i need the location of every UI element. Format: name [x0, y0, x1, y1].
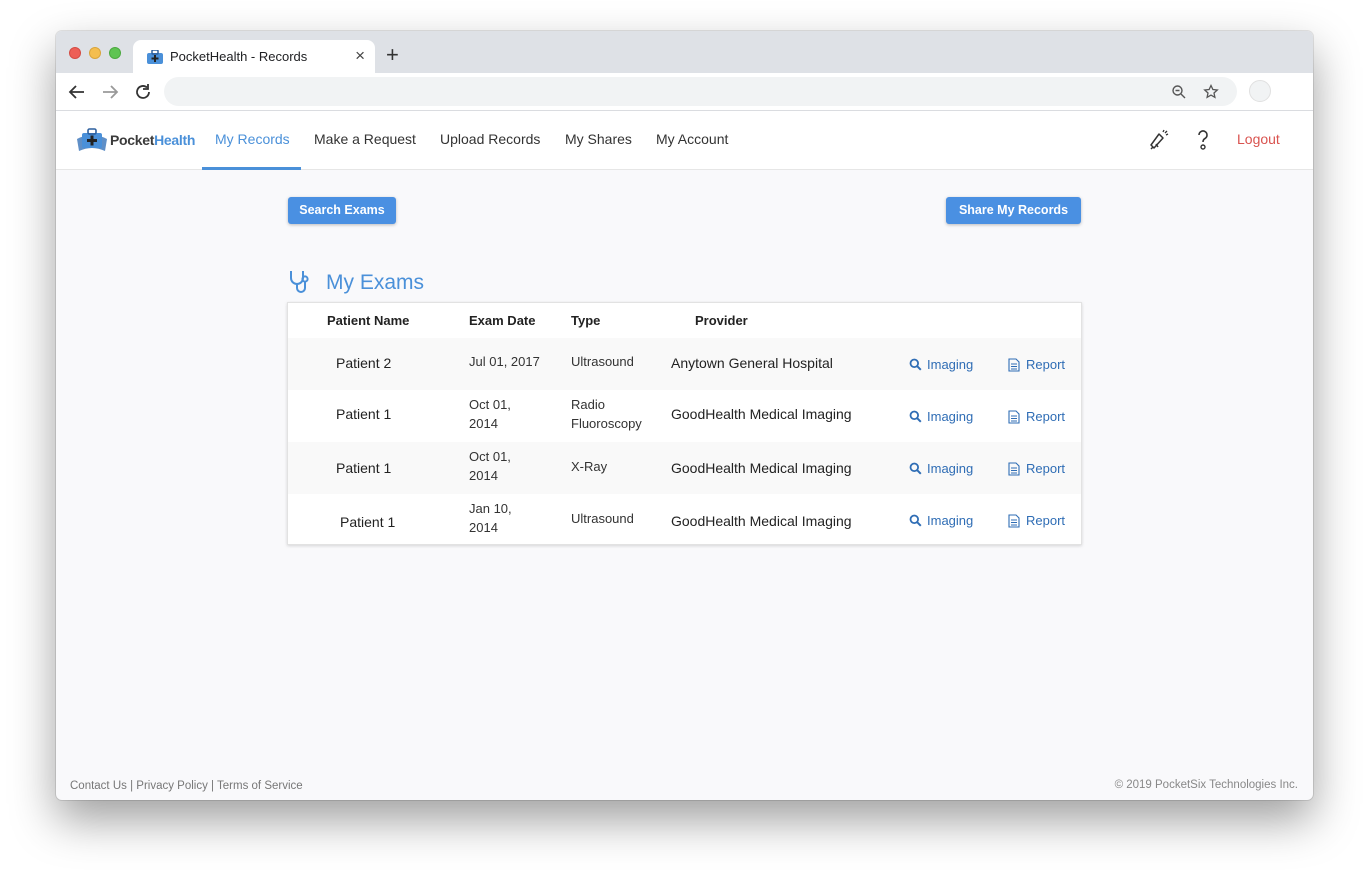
search-exams-button[interactable]: Search Exams [288, 197, 396, 224]
logout-link[interactable]: Logout [1237, 131, 1280, 147]
report-link[interactable]: Report [1008, 409, 1068, 425]
new-tab-button[interactable]: + [386, 43, 399, 67]
provider-name: GoodHealth Medical Imaging [671, 406, 852, 422]
nav-upload-records[interactable]: Upload Records [440, 131, 540, 147]
zoom-out-icon[interactable] [1171, 84, 1187, 100]
tab-strip: PocketHealth - Records × + [56, 31, 1313, 73]
search-icon [909, 358, 922, 371]
patient-name: Patient 1 [340, 514, 396, 530]
logo-text-health: Health [154, 132, 196, 148]
document-icon [1008, 462, 1020, 476]
profile-avatar[interactable] [1249, 80, 1271, 102]
reload-icon[interactable] [132, 81, 154, 103]
copyright-text: © 2019 PocketSix Technologies Inc. [1114, 779, 1298, 791]
table-row[interactable]: Patient 1 Jan 10, 2014 Ultrasound GoodHe… [288, 494, 1081, 546]
exam-type: Radio Fluoroscopy [571, 397, 642, 431]
exam-type: X-Ray [571, 459, 608, 474]
document-icon [1008, 514, 1020, 528]
search-icon [909, 514, 922, 527]
logo-text-pocket: Pocket [110, 132, 155, 148]
report-link[interactable]: Report [1008, 461, 1068, 477]
imaging-label: Imaging [927, 513, 974, 528]
question-icon[interactable] [1191, 128, 1215, 152]
report-link[interactable]: Report [1008, 513, 1068, 529]
patient-name: Patient 2 [336, 355, 392, 371]
table-row[interactable]: Patient 2 Jul 01, 2017 Ultrasound Anytow… [288, 338, 1081, 390]
column-header-type: Type [571, 313, 601, 328]
table-row[interactable]: Patient 1 Oct 01, 2014 Radio Fluoroscopy… [288, 390, 1081, 442]
arrow-left-icon[interactable] [66, 81, 88, 103]
nav-my-account[interactable]: My Account [656, 131, 728, 147]
terms-of-service-link[interactable]: Terms of Service [217, 780, 303, 792]
share-my-records-button[interactable]: Share My Records [946, 197, 1081, 224]
megaphone-icon[interactable] [1147, 128, 1171, 152]
nav-my-records[interactable]: My Records [215, 131, 290, 147]
site-header: PocketHealth My Records Make a Request U… [56, 111, 1313, 170]
logo-text: PocketHealth [110, 132, 195, 148]
provider-name: Anytown General Hospital [671, 355, 833, 371]
contact-us-link[interactable]: Contact Us [70, 780, 127, 792]
arrow-right-icon[interactable] [99, 81, 121, 103]
column-header-patient: Patient Name [327, 313, 410, 328]
pockethealth-logo[interactable]: PocketHealth [76, 127, 195, 153]
imaging-label: Imaging [927, 357, 974, 372]
close-window-button[interactable] [69, 47, 81, 59]
minimize-window-button[interactable] [89, 47, 101, 59]
address-bar[interactable] [164, 77, 1237, 106]
report-label: Report [1026, 357, 1066, 372]
exam-date: Jul 01, 2017 [469, 354, 540, 369]
search-icon [909, 462, 922, 475]
report-label: Report [1026, 409, 1066, 424]
imaging-label: Imaging [927, 409, 974, 424]
exam-date: Jan 10, 2014 [469, 501, 512, 535]
stethoscope-icon [290, 271, 309, 293]
search-icon [909, 410, 922, 423]
browser-window: PocketHealth - Records × + PocketHealth … [56, 31, 1313, 800]
patient-name: Patient 1 [336, 406, 392, 422]
document-icon [1008, 410, 1020, 424]
exam-date: Oct 01, 2014 [469, 449, 511, 483]
imaging-link[interactable]: Imaging [909, 357, 979, 373]
imaging-label: Imaging [927, 461, 974, 476]
provider-name: GoodHealth Medical Imaging [671, 513, 852, 529]
imaging-link[interactable]: Imaging [909, 513, 979, 529]
document-icon [1008, 358, 1020, 372]
maximize-window-button[interactable] [109, 47, 121, 59]
provider-name: GoodHealth Medical Imaging [671, 460, 852, 476]
report-link[interactable]: Report [1008, 357, 1068, 373]
column-header-provider: Provider [695, 313, 748, 328]
nav-my-shares[interactable]: My Shares [565, 131, 632, 147]
footer-links: Contact Us | Privacy Policy | Terms of S… [70, 780, 303, 792]
page-title: My Exams [326, 271, 425, 294]
report-label: Report [1026, 461, 1066, 476]
star-icon[interactable] [1203, 84, 1219, 100]
tab-title: PocketHealth - Records [170, 49, 308, 64]
active-nav-indicator [202, 167, 301, 170]
medical-bag-icon [77, 128, 107, 151]
exam-type: Ultrasound [571, 354, 634, 369]
pockethealth-favicon-icon [147, 50, 163, 64]
exam-type: Ultrasound [571, 511, 634, 526]
footer-separator: | [126, 780, 137, 792]
nav-make-a-request[interactable]: Make a Request [314, 131, 416, 147]
table-row[interactable]: Patient 1 Oct 01, 2014 X-Ray GoodHealth … [288, 442, 1081, 494]
patient-name: Patient 1 [336, 460, 392, 476]
column-header-date: Exam Date [469, 313, 536, 328]
privacy-policy-link[interactable]: Privacy Policy [136, 780, 208, 792]
exam-date: Oct 01, 2014 [469, 397, 511, 431]
imaging-link[interactable]: Imaging [909, 461, 979, 477]
close-tab-icon[interactable]: × [355, 46, 365, 66]
imaging-link[interactable]: Imaging [909, 409, 979, 425]
report-label: Report [1026, 513, 1066, 528]
footer-separator: | [207, 780, 218, 792]
exams-table: Patient Name Exam Date Type Provider Pat… [287, 302, 1082, 545]
browser-tab[interactable]: PocketHealth - Records × [133, 40, 375, 73]
browser-toolbar [56, 73, 1313, 111]
